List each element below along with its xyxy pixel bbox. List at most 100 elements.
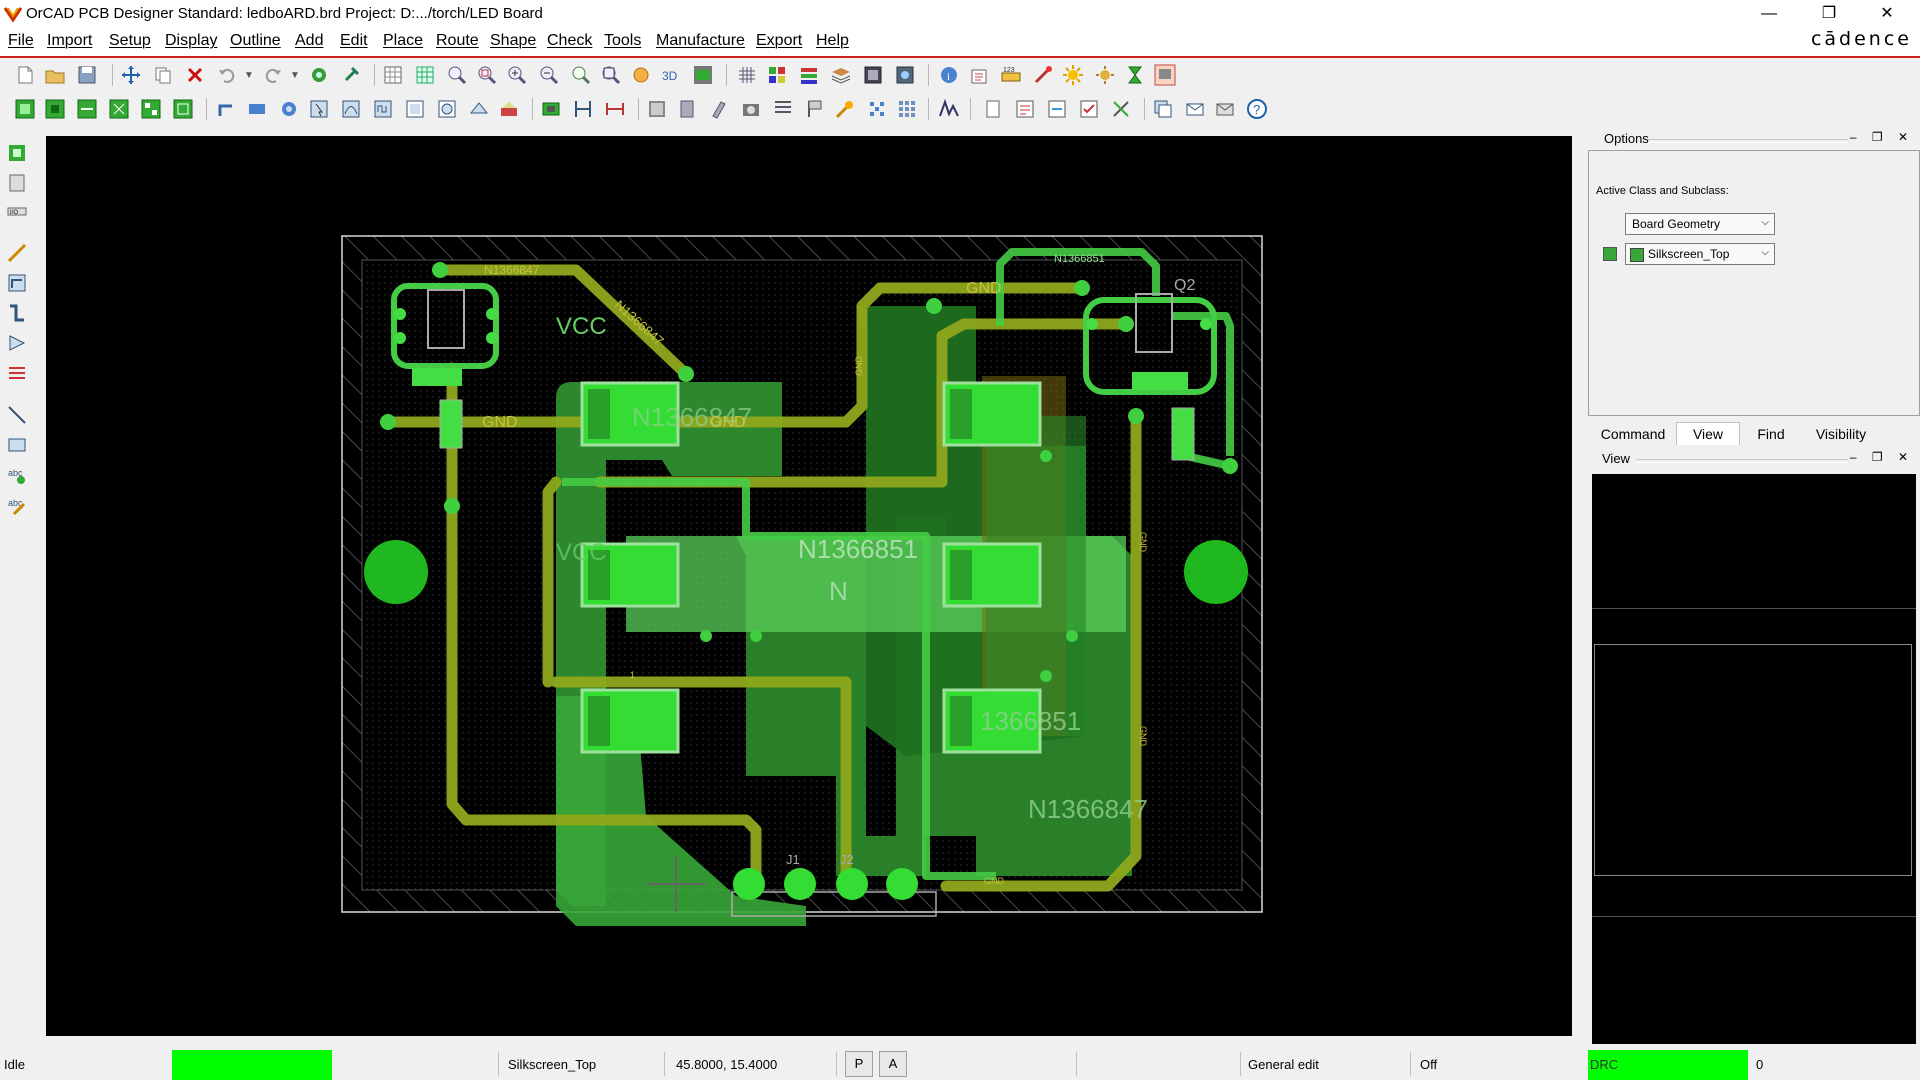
copper-area-icon[interactable]	[404, 98, 426, 120]
close-button[interactable]: ✕	[1864, 0, 1910, 28]
pin-swap-icon[interactable]	[1032, 64, 1054, 86]
tool-edit-text-icon[interactable]: abc	[6, 494, 28, 516]
tab-visibility[interactable]: Visibility	[1802, 422, 1880, 446]
tab-command[interactable]: Command	[1592, 422, 1674, 446]
menu-help[interactable]: Help	[816, 32, 849, 50]
envelope-icon[interactable]	[1214, 98, 1236, 120]
cross-probe-icon[interactable]	[1110, 98, 1132, 120]
tool-symbol-icon[interactable]	[6, 172, 28, 194]
placement-icon[interactable]	[14, 98, 36, 120]
auto-place-icon[interactable]	[108, 98, 130, 120]
highlight-sun-icon[interactable]	[1062, 64, 1084, 86]
delay-tune-icon[interactable]	[372, 98, 394, 120]
view-panel-controls[interactable]: ‒ ❐ ✕	[1850, 450, 1914, 464]
color-dialog-icon[interactable]	[766, 64, 788, 86]
place-replicate-icon[interactable]	[172, 98, 194, 120]
zoom-previous-icon[interactable]	[570, 64, 592, 86]
menu-import[interactable]: Import	[47, 32, 92, 50]
reports-icon[interactable]	[968, 64, 990, 86]
checklist-icon[interactable]	[1078, 98, 1100, 120]
film-icon[interactable]	[676, 98, 698, 120]
class-dropdown[interactable]: Board Geometry ⌵	[1625, 213, 1775, 235]
dehighlight-icon[interactable]	[1094, 64, 1116, 86]
color-grid-icon[interactable]	[736, 64, 758, 86]
menu-check[interactable]: Check	[547, 32, 592, 50]
zoom-in-icon[interactable]	[506, 64, 528, 86]
shadow-mode-icon[interactable]	[862, 64, 884, 86]
drill-icon[interactable]	[708, 98, 730, 120]
menu-outline[interactable]: Outline	[230, 32, 281, 50]
maximize-button[interactable]: ❐	[1806, 0, 1852, 28]
zoom-out-icon[interactable]	[538, 64, 560, 86]
mail-icon[interactable]	[1184, 98, 1206, 120]
flag-icon[interactable]	[804, 98, 826, 120]
add-via-icon[interactable]	[278, 98, 300, 120]
menu-tools[interactable]: Tools	[604, 32, 641, 50]
menu-export[interactable]: Export	[756, 32, 802, 50]
menu-manufacture[interactable]: Manufacture	[656, 32, 745, 50]
timer-icon[interactable]	[1124, 64, 1146, 86]
tool-route-icon[interactable]	[6, 242, 28, 264]
tool-add-text-icon[interactable]: abc	[6, 464, 28, 486]
view-viewport-rect[interactable]	[1594, 644, 1912, 876]
measure-icon[interactable]: 123	[1000, 64, 1022, 86]
absolute-mode-button[interactable]: A	[879, 1051, 907, 1077]
tool-fanout-icon[interactable]	[6, 332, 28, 354]
subclass-dropdown[interactable]: Silkscreen_Top ⌵	[1625, 243, 1775, 265]
subclass-visibility-checkbox[interactable]	[1603, 247, 1617, 261]
mounting-hole-right[interactable]	[1184, 540, 1248, 604]
probe-icon[interactable]	[834, 98, 856, 120]
menu-edit[interactable]: Edit	[340, 32, 368, 50]
nc-drill-icon[interactable]	[772, 98, 794, 120]
3d-view-icon[interactable]: 3D	[660, 64, 682, 86]
dimension-linear-icon[interactable]	[604, 98, 626, 120]
undo-icon[interactable]	[216, 64, 238, 86]
shape-edit-icon[interactable]	[468, 98, 490, 120]
mounting-hole-left[interactable]	[364, 540, 428, 604]
zoom-window-icon[interactable]	[476, 64, 498, 86]
design-canvas[interactable]: N1366847 N1366847 N1366847 N1366847 N136…	[46, 136, 1572, 1036]
options-panel-controls[interactable]: ‒ ❐ ✕	[1850, 130, 1914, 144]
gloss-icon[interactable]	[498, 98, 520, 120]
swap-components-icon[interactable]	[76, 98, 98, 120]
layer-visibility-icon[interactable]	[798, 64, 820, 86]
show-element-icon[interactable]: i	[938, 64, 960, 86]
tab-find[interactable]: Find	[1742, 422, 1800, 446]
move-icon[interactable]	[120, 64, 142, 86]
tool-bus-icon[interactable]	[6, 362, 28, 384]
tool-place-component-icon[interactable]	[6, 142, 28, 164]
constraint-manager-icon[interactable]	[982, 98, 1004, 120]
menu-shape[interactable]: Shape	[490, 32, 536, 50]
netlist-icon[interactable]	[1014, 98, 1036, 120]
tool-rectangle-icon[interactable]	[6, 434, 28, 456]
pcb-layout[interactable]: N1366847 N1366847 N1366847 N1366847 N136…	[46, 136, 1572, 1036]
zoom-fit-icon[interactable]	[446, 64, 468, 86]
grid-snap-icon[interactable]	[414, 64, 436, 86]
array-icon[interactable]	[866, 98, 888, 120]
redraw-icon[interactable]	[630, 64, 652, 86]
add-connect-icon[interactable]	[216, 98, 238, 120]
grid-toggle-icon[interactable]	[382, 64, 404, 86]
menu-file[interactable]: File	[8, 32, 34, 50]
tool-slide-icon[interactable]	[6, 302, 28, 324]
fix-icon[interactable]	[308, 64, 330, 86]
grid-array-icon[interactable]	[896, 98, 918, 120]
menu-setup[interactable]: Setup	[109, 32, 151, 50]
redo-icon[interactable]	[262, 64, 284, 86]
new-file-icon[interactable]	[14, 64, 36, 86]
highlight-icon[interactable]	[894, 64, 916, 86]
world-view[interactable]	[1592, 474, 1916, 1044]
menu-route[interactable]: Route	[436, 32, 479, 50]
pick-mode-button[interactable]: P	[845, 1051, 873, 1077]
shape-circle-icon[interactable]	[436, 98, 458, 120]
dimension-icon[interactable]	[572, 98, 594, 120]
menu-add[interactable]: Add	[295, 32, 323, 50]
menu-display[interactable]: Display	[165, 32, 217, 50]
custom-smooth-icon[interactable]	[340, 98, 362, 120]
tool-connect-icon[interactable]	[6, 272, 28, 294]
save-icon[interactable]	[76, 64, 98, 86]
artwork-icon[interactable]	[646, 98, 668, 120]
package-icon[interactable]	[540, 98, 562, 120]
waveform-icon[interactable]	[938, 98, 960, 120]
tool-line-icon[interactable]	[6, 404, 28, 426]
